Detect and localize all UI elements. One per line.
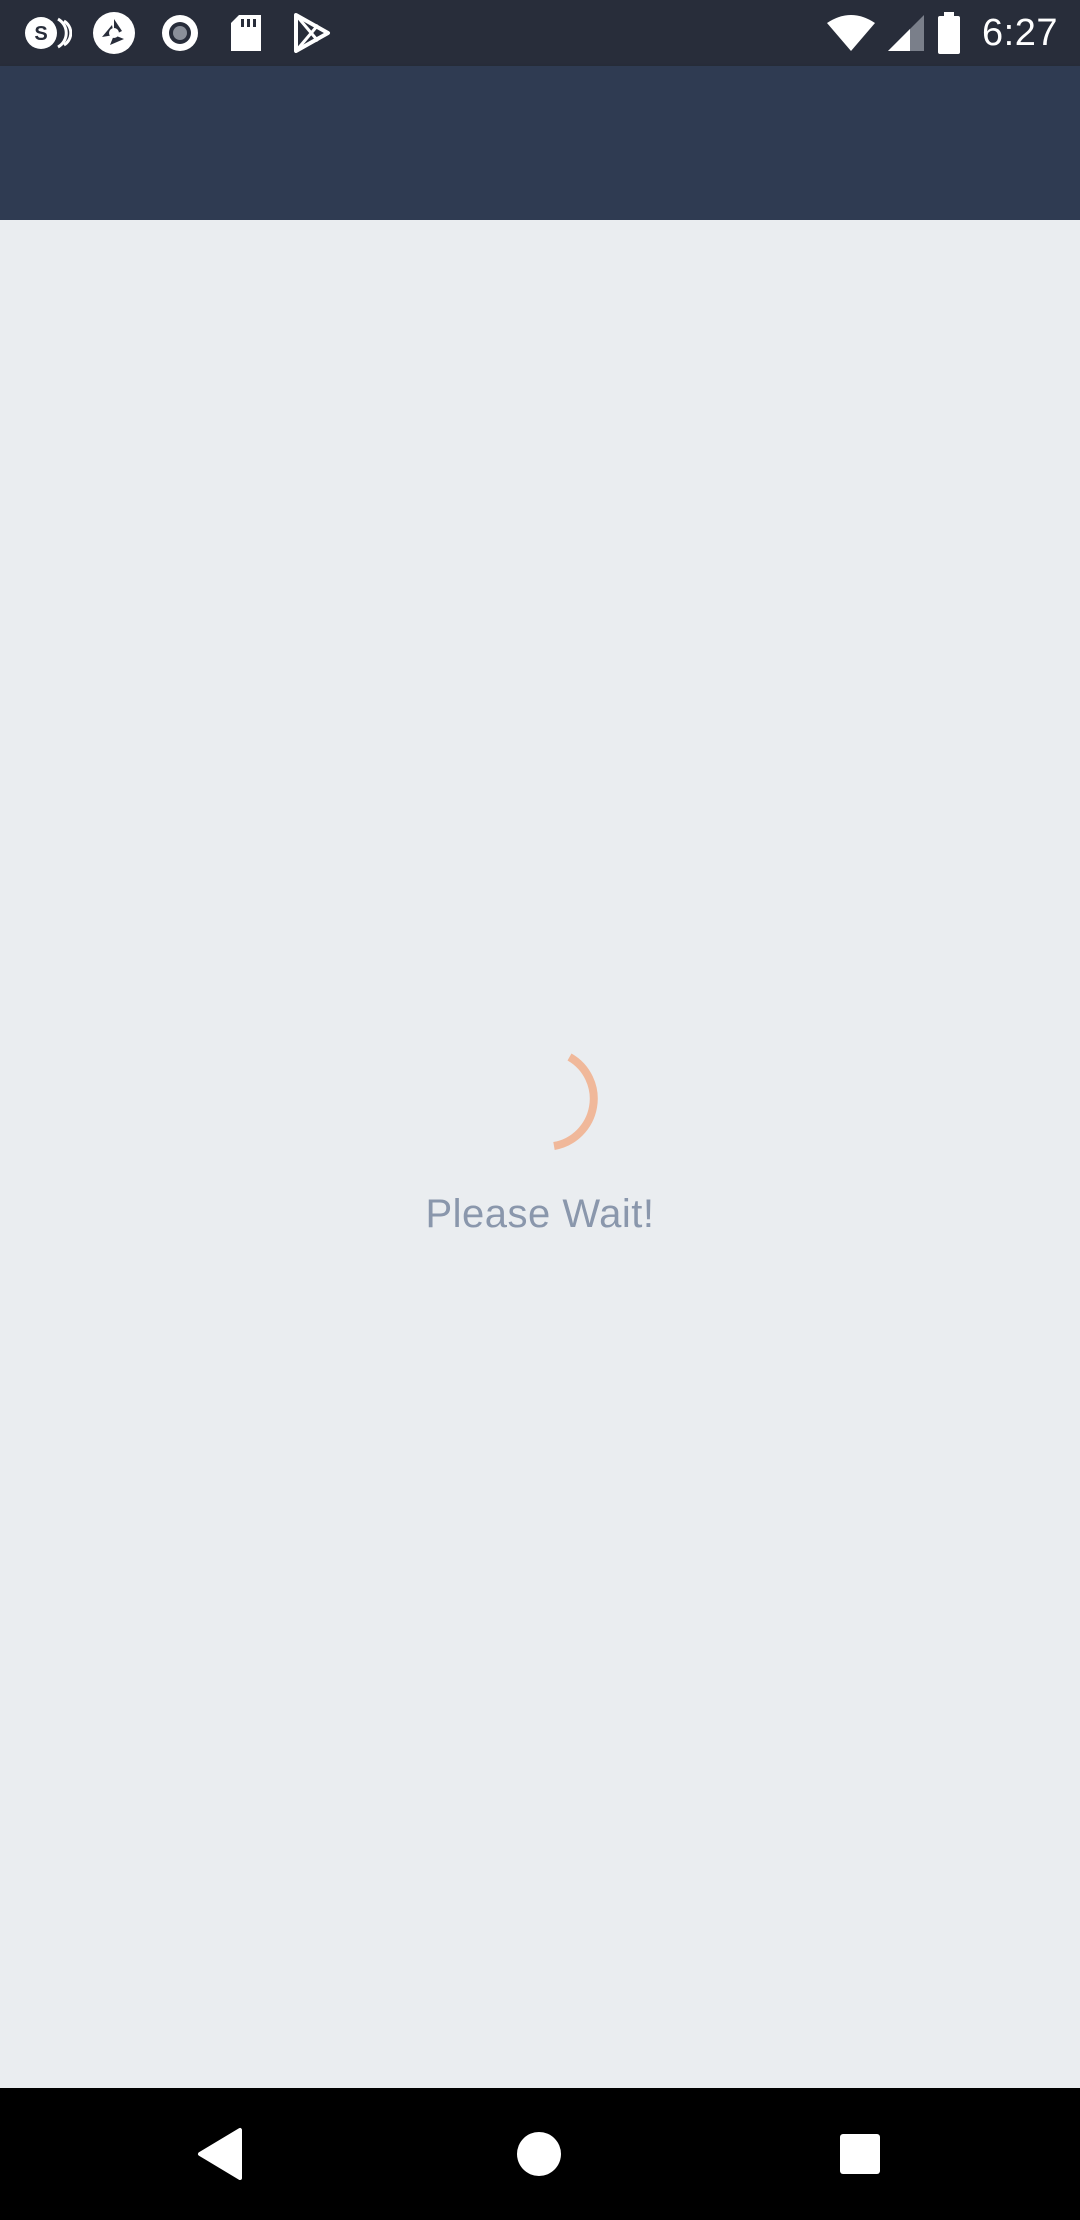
s-sync-icon: S (24, 11, 72, 55)
signal-icon (886, 13, 926, 53)
play-store-icon (288, 11, 336, 55)
status-bar: S 6:27 (0, 0, 1080, 66)
battery-icon (936, 12, 962, 54)
notification-icons: S (24, 11, 354, 55)
wifi-icon (826, 13, 876, 53)
record-icon (156, 11, 204, 55)
loading-spinner (553, 1053, 598, 1150)
home-button[interactable] (499, 2114, 579, 2194)
svg-text:S: S (34, 23, 47, 45)
loading-screen (0, 220, 1080, 2088)
shutter-icon (90, 11, 138, 55)
recents-icon (840, 2134, 880, 2174)
sd-card-icon (222, 11, 270, 55)
system-icons: 6:27 (826, 10, 1058, 56)
loading-message: Please Wait! (425, 1192, 655, 1236)
recents-button[interactable] (820, 2114, 900, 2194)
app-bar (0, 66, 1080, 220)
back-button[interactable] (180, 2114, 260, 2194)
navigation-bar (0, 2088, 1080, 2220)
clock: 6:27 (982, 11, 1058, 54)
back-icon (198, 2128, 242, 2180)
home-icon (517, 2132, 561, 2176)
